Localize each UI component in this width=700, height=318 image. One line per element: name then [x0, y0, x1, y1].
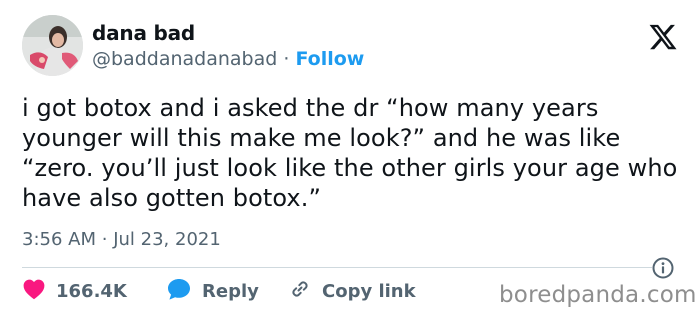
- tweet-card: dana bad @baddanadanabad · Follow i got …: [0, 0, 700, 318]
- copy-link-label: Copy link: [322, 280, 416, 302]
- watermark: boredpanda.com: [499, 282, 697, 308]
- reply-label: Reply: [202, 280, 259, 302]
- handle[interactable]: @baddanadanabad: [92, 48, 277, 70]
- reply-button[interactable]: Reply: [166, 278, 259, 304]
- heart-icon: [22, 278, 46, 305]
- avatar[interactable]: [22, 15, 83, 76]
- tweet-text: i got botox and i asked the dr “how many…: [22, 94, 678, 212]
- info-icon[interactable]: [651, 256, 675, 280]
- tweet-date: Jul 23, 2021: [113, 229, 221, 250]
- copy-link-button[interactable]: Copy link: [288, 278, 416, 304]
- separator-dot: ·: [101, 229, 108, 250]
- separator-dot: ·: [283, 48, 290, 70]
- author-meta: @baddanadanabad · Follow: [92, 48, 364, 70]
- x-logo-icon[interactable]: [648, 22, 678, 52]
- like-button[interactable]: 166.4K: [22, 278, 127, 304]
- link-icon: [288, 277, 312, 306]
- tweet-timestamp[interactable]: 3:56 AM · Jul 23, 2021: [22, 229, 221, 250]
- divider: [22, 267, 652, 268]
- profile-photo: [22, 15, 83, 76]
- tweet-time: 3:56 AM: [22, 229, 96, 250]
- like-count: 166.4K: [56, 280, 127, 302]
- display-name[interactable]: dana bad: [92, 21, 195, 45]
- reply-bubble-icon: [166, 277, 192, 306]
- follow-button[interactable]: Follow: [295, 48, 364, 70]
